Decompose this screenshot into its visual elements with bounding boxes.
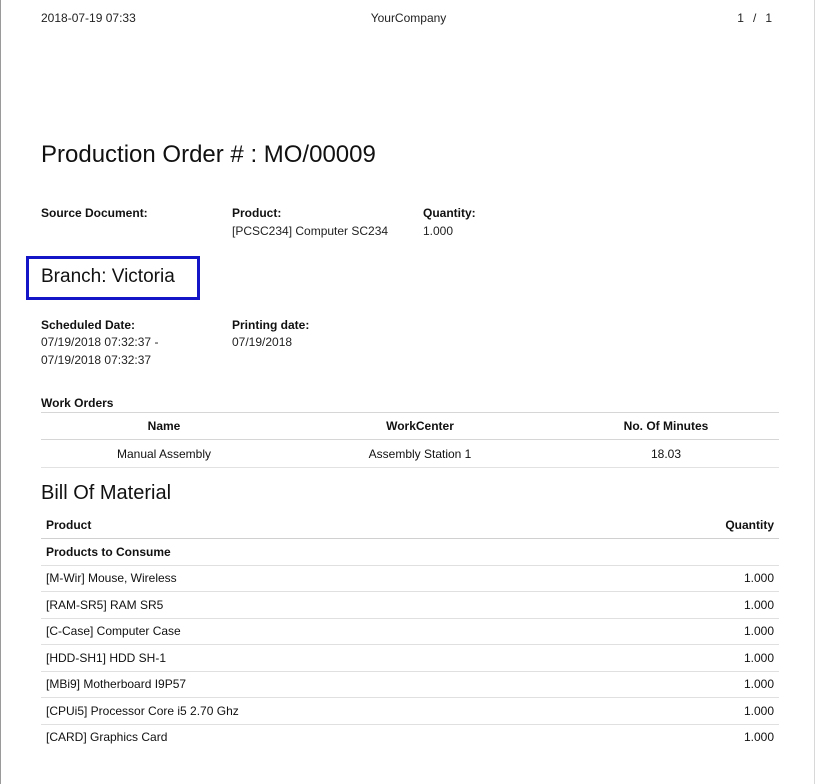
col-header-product: Product: [41, 512, 614, 539]
bom-item-quantity: 1.000: [613, 697, 779, 725]
table-row: [C-Case] Computer Case 1.000: [41, 618, 779, 645]
col-header-minutes: No. Of Minutes: [553, 412, 779, 440]
bom-item-product: [HDD-SH1] HDD SH-1: [41, 644, 614, 672]
col-header-name: Name: [41, 412, 287, 440]
work-orders-header-row: Name WorkCenter No. Of Minutes: [41, 412, 779, 440]
page-total: 1: [765, 11, 772, 25]
bom-item-product: [M-Wir] Mouse, Wireless: [41, 565, 614, 592]
group-label: Products to Consume: [41, 538, 779, 566]
bom-item-quantity: 1.000: [613, 618, 779, 645]
bom-item-quantity: 1.000: [613, 565, 779, 592]
col-header-workcenter: WorkCenter: [287, 412, 553, 440]
bom-table: Product Quantity Products to Consume [M-…: [41, 512, 779, 750]
page-current: 1: [737, 11, 744, 25]
work-orders-label: Work Orders: [41, 396, 114, 410]
table-row: [MBi9] Motherboard I9P57 1.000: [41, 671, 779, 698]
bom-title: Bill Of Material: [41, 482, 172, 504]
product-value: [PCSC234] Computer SC234: [232, 224, 389, 238]
bom-item-product: [CARD] Graphics Card: [46, 730, 168, 745]
page-title: Production Order # : MO/00009: [41, 141, 376, 168]
scheduled-date-end: 07/19/2018 07:32:37: [41, 353, 152, 367]
bom-item-quantity: 1.000: [613, 644, 779, 672]
quantity-value: 1.000: [423, 224, 454, 238]
source-document-label: Source Document:: [41, 206, 148, 220]
work-order-workcenter: Assembly Station 1: [287, 439, 553, 468]
page-counter: 1 / 1: [737, 11, 772, 25]
table-row: Manual Assembly Assembly Station 1 18.03: [41, 439, 779, 468]
printing-date-value: 07/19/2018: [232, 335, 293, 349]
table-row: [CPUi5] Processor Core i5 2.70 Ghz 1.000: [41, 697, 779, 725]
report-page: 2018-07-19 07:33 YourCompany 1/1 Product…: [0, 0, 815, 784]
table-row: [RAM-SR5] RAM SR5 1.000: [41, 591, 779, 619]
col-header-quantity: Quantity: [613, 512, 779, 539]
product-label: Product:: [232, 206, 282, 220]
scheduled-date-start: 07/19/2018 07:32:37 -: [41, 335, 159, 349]
bom-item-quantity: 1.000: [743, 730, 774, 745]
scheduled-date-label: Scheduled Date:: [41, 318, 136, 332]
work-order-name: Manual Assembly: [41, 439, 287, 468]
bom-group-row: Products to Consume: [41, 538, 779, 566]
table-row: [CARD] Graphics Card 1.000: [41, 724, 779, 750]
page-separator: /: [752, 11, 757, 25]
bom-item-product: [C-Case] Computer Case: [41, 618, 614, 645]
company-name: YourCompany: [370, 11, 447, 25]
bom-item-product: [CPUi5] Processor Core i5 2.70 Ghz: [41, 697, 614, 725]
printing-date-label: Printing date:: [232, 318, 310, 332]
bom-item-product: [MBi9] Motherboard I9P57: [41, 671, 614, 698]
table-row: [HDD-SH1] HDD SH-1 1.000: [41, 644, 779, 672]
bom-item-quantity: 1.000: [613, 671, 779, 698]
branch-heading: Branch: Victoria: [41, 266, 175, 287]
table-row: [M-Wir] Mouse, Wireless 1.000: [41, 565, 779, 592]
bom-header-row: Product Quantity: [41, 512, 779, 539]
quantity-label: Quantity:: [423, 206, 476, 220]
bom-item-quantity: 1.000: [613, 591, 779, 619]
work-orders-table: Name WorkCenter No. Of Minutes Manual As…: [41, 412, 779, 468]
work-order-minutes: 18.03: [553, 439, 779, 468]
bom-item-product: [RAM-SR5] RAM SR5: [41, 591, 614, 619]
